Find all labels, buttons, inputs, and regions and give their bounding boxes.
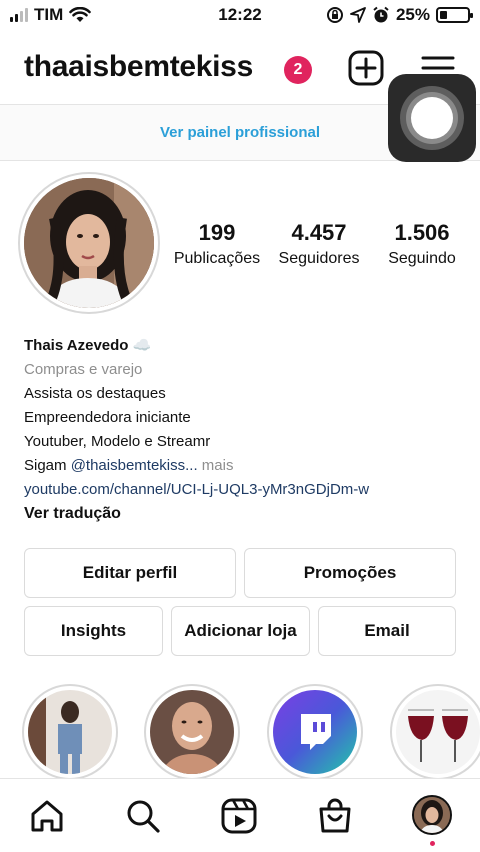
story-highlight[interactable] <box>22 684 118 780</box>
bio-more-link[interactable]: mais <box>202 457 234 474</box>
story-highlight[interactable] <box>267 684 363 780</box>
highlight-photo <box>28 690 112 774</box>
battery-icon <box>436 7 473 23</box>
profile-tab-avatar[interactable] <box>412 795 452 835</box>
notification-badge[interactable]: 2 <box>284 56 312 84</box>
plus-square-icon[interactable] <box>348 50 384 86</box>
followers-count: 4.457 <box>291 220 347 245</box>
profile-website-link[interactable]: youtube.com/channel/UCI-Lj-UQL3-yMr3nGDj… <box>24 478 464 502</box>
status-right: 25% <box>326 5 473 25</box>
profile-display-name: Thais Azevedo ☁️ <box>24 337 152 354</box>
battery-level <box>440 11 447 19</box>
translate-link[interactable]: Ver tradução <box>24 502 464 526</box>
bio-line: Assista os destaques <box>24 385 166 402</box>
bio-follow-prefix: Sigam <box>24 457 71 474</box>
wine-glasses-icon <box>396 690 480 774</box>
assistive-touch-ring <box>400 86 464 150</box>
profile-username[interactable]: thaaisbemtekiss <box>24 50 253 84</box>
twitch-icon <box>273 690 357 774</box>
avatar-photo <box>24 178 154 308</box>
shop-icon[interactable] <box>316 797 354 835</box>
rotation-lock-icon <box>326 7 343 23</box>
bio-follow-line: Sigam @thaisbemtekiss... mais <box>24 454 464 478</box>
search-icon[interactable] <box>124 797 162 835</box>
bio-line: Empreendedora iniciante <box>24 409 191 426</box>
status-bar: TIM 12:22 25% <box>0 0 480 32</box>
assistive-touch-button[interactable] <box>388 74 476 162</box>
profile-avatar-ring[interactable] <box>18 172 160 314</box>
email-button[interactable]: Email <box>318 606 456 656</box>
followers-label: Seguidores <box>278 250 360 267</box>
stat-following[interactable]: 1.506 Seguindo <box>380 220 464 268</box>
profile-bio: Thais Azevedo ☁️ Compras e varejo Assist… <box>24 334 464 526</box>
story-highlight[interactable] <box>390 684 480 780</box>
twitch-highlight <box>273 690 357 774</box>
following-label: Seguindo <box>388 250 456 267</box>
profile-avatar <box>24 178 154 308</box>
add-shop-button[interactable]: Adicionar loja <box>171 606 310 656</box>
insights-button[interactable]: Insights <box>24 606 163 656</box>
promotions-button[interactable]: Promoções <box>244 548 456 598</box>
highlight-photo <box>150 690 234 774</box>
edit-profile-button[interactable]: Editar perfil <box>24 548 236 598</box>
story-highlight[interactable] <box>144 684 240 780</box>
posts-label: Publicações <box>173 250 261 267</box>
bottom-navigation <box>0 778 480 852</box>
wine-highlight <box>396 690 480 774</box>
alarm-icon <box>373 6 389 23</box>
home-icon[interactable] <box>28 797 66 835</box>
bio-line: Youtuber, Modelo e Streamr <box>24 433 211 450</box>
bio-handle-link[interactable]: @thaisbemtekiss... <box>71 457 198 474</box>
location-arrow-icon <box>350 7 366 23</box>
stat-posts[interactable]: 199 Publicações <box>172 220 262 268</box>
profile-activity-dot <box>430 841 435 846</box>
battery-percent: 25% <box>395 5 430 24</box>
posts-count: 199 <box>198 220 236 245</box>
stat-followers[interactable]: 4.457 Seguidores <box>272 220 366 268</box>
profile-category: Compras e varejo <box>24 361 143 378</box>
reels-icon[interactable] <box>220 797 258 835</box>
following-count: 1.506 <box>394 220 450 245</box>
